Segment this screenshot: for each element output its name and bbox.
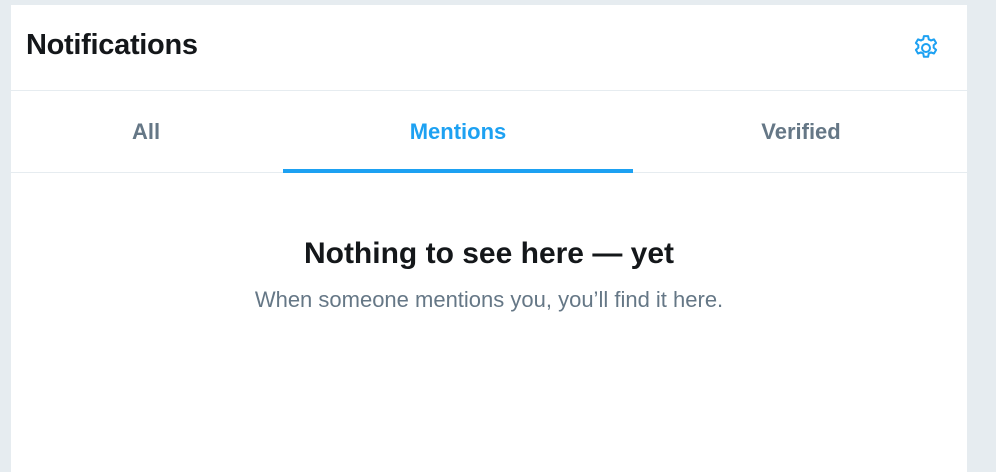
settings-button[interactable]: [909, 31, 943, 65]
page-title: Notifications: [26, 29, 198, 61]
page-header: Notifications: [11, 5, 967, 91]
tab-verified-label: Verified: [761, 118, 841, 144]
empty-state-title: Nothing to see here — yet: [303, 237, 675, 270]
tab-all[interactable]: All: [11, 91, 281, 172]
notifications-panel: Notifications All Mentions Verified Noth…: [10, 5, 968, 472]
tab-all-label: All: [131, 118, 161, 144]
tab-mentions-label: Mentions: [409, 118, 507, 144]
gear-icon: [914, 35, 938, 58]
empty-state-subtitle: When someone mentions you, you’ll find i…: [254, 287, 724, 312]
notification-tabs: All Mentions Verified: [11, 91, 967, 173]
tab-verified[interactable]: Verified: [633, 91, 969, 172]
empty-state: Nothing to see here — yet When someone m…: [11, 173, 967, 313]
tab-mentions[interactable]: Mentions: [283, 91, 633, 173]
